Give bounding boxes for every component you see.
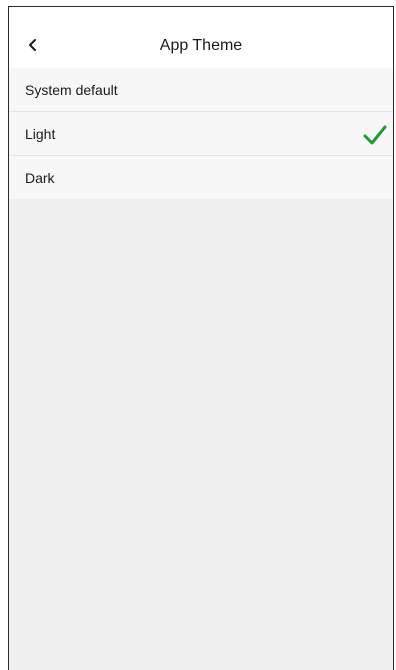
theme-option-system-default[interactable]: System default — [9, 68, 393, 112]
top-bar: App Theme — [9, 7, 393, 68]
option-label: Light — [25, 126, 56, 142]
theme-options-list: System default Light Dark — [9, 68, 393, 199]
theme-option-dark[interactable]: Dark — [9, 156, 393, 199]
page-title: App Theme — [159, 37, 243, 54]
option-label: System default — [25, 82, 118, 98]
theme-option-light[interactable]: Light — [9, 112, 393, 156]
checkmark-icon — [363, 125, 387, 145]
option-label: Dark — [25, 170, 55, 186]
app-screen: App Theme System default Light Dark — [8, 6, 394, 670]
